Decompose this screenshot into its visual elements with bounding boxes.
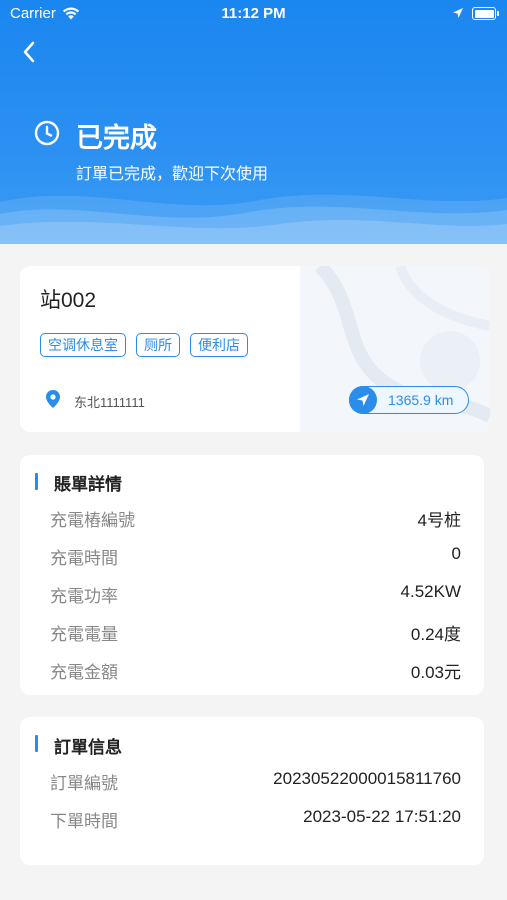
- order-number-value: 20230522000015811760: [273, 769, 461, 788]
- battery-icon: [472, 7, 499, 20]
- status-bar: Carrier 11:12 PM: [0, 0, 507, 28]
- section-accent-bar: [35, 735, 38, 752]
- bill-details-card: 賬單詳情 充電樁編號 4号桩 充電時間 0 充電功率 4.52KW 充電電量 0…: [20, 455, 484, 695]
- order-status-title: 已完成: [76, 123, 157, 153]
- amenity-tag: 空调休息室: [40, 333, 126, 357]
- location-arrow-icon: [453, 8, 463, 18]
- charge-power-label: 充電功率: [50, 587, 118, 606]
- charge-power-value: 4.52KW: [400, 582, 461, 601]
- charge-time-label: 充電時間: [50, 549, 118, 568]
- charge-energy-value: 0.24度: [410, 625, 461, 644]
- navigate-button[interactable]: 1365.9 km: [349, 386, 469, 414]
- station-card: 站002 空调休息室 厕所 便利店 东北1111111 1365.9 km: [20, 266, 490, 432]
- map-pin-icon: [46, 390, 60, 408]
- amenity-tag: 厕所: [136, 333, 180, 357]
- navigation-arrow-icon: [357, 394, 369, 406]
- order-section-title: 訂單信息: [54, 738, 122, 757]
- section-accent-bar: [35, 473, 38, 490]
- clock-icon: [34, 120, 60, 146]
- distance-value: 1365.9 km: [388, 392, 454, 408]
- bill-section-title: 賬單詳情: [54, 475, 122, 494]
- station-address: 东北1111111: [74, 395, 145, 410]
- order-number-label: 訂單編號: [50, 774, 118, 793]
- charger-id-value: 4号桩: [417, 511, 461, 530]
- charge-time-value: 0: [451, 544, 461, 563]
- clock-time: 11:12 PM: [221, 5, 286, 22]
- amenity-tags: 空调休息室 厕所 便利店: [40, 333, 248, 357]
- station-name: 站002: [40, 289, 97, 312]
- amenity-tag: 便利店: [190, 333, 248, 357]
- charge-amount-label: 充電金額: [50, 663, 118, 682]
- charge-energy-label: 充電電量: [50, 625, 118, 644]
- charger-id-label: 充電樁編號: [50, 511, 135, 530]
- charge-amount-value: 0.03元: [410, 663, 461, 682]
- order-time-value: 2023-05-22 17:51:20: [303, 807, 461, 826]
- header: Carrier 11:12 PM 已完成 訂單已完成，歡迎下次使用: [0, 0, 507, 244]
- navigate-icon-bg: [349, 386, 377, 414]
- wave-decoration: [0, 194, 507, 244]
- order-info-card: 訂單信息 訂單編號 20230522000015811760 下單時間 2023…: [20, 717, 484, 865]
- order-time-label: 下單時間: [50, 812, 118, 831]
- back-chevron-icon[interactable]: [18, 38, 42, 66]
